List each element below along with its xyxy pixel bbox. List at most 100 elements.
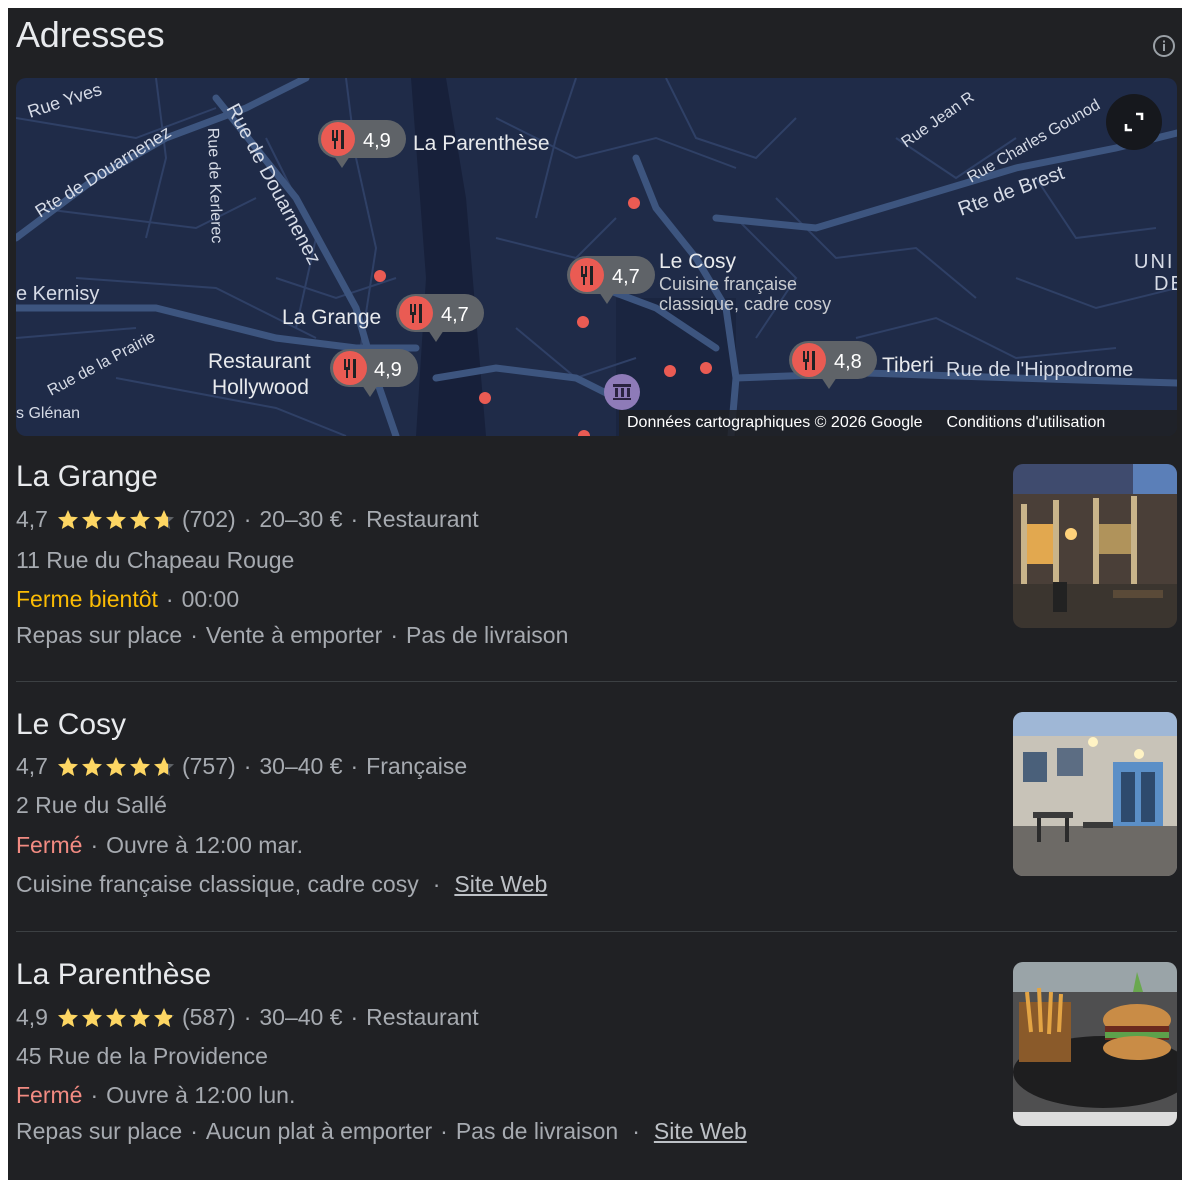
result-name[interactable]: La Grange xyxy=(16,460,158,494)
address: 2 Rue du Sallé xyxy=(16,792,167,818)
service: Repas sur place xyxy=(16,1118,183,1144)
star-icon xyxy=(81,1007,102,1027)
pin-rating: 4,7 xyxy=(441,304,469,326)
result-name[interactable]: La Parenthèse xyxy=(16,958,211,992)
star-icon xyxy=(57,509,78,529)
result-card-la-parenthese[interactable]: La Parenthèse 4,9 (587) · 30–40 € · Rest… xyxy=(16,958,1177,1158)
street-label: e Kernisy xyxy=(16,283,99,305)
rating-value: 4,7 xyxy=(16,506,48,532)
expand-icon xyxy=(1124,112,1144,132)
service: Pas de livraison xyxy=(455,1118,619,1144)
services-line: Repas sur place · Aucun plat à emporter … xyxy=(16,1118,747,1145)
price-range: 30–40 € xyxy=(259,753,343,779)
rating-line: 4,7 (757) · 30–40 € · Française xyxy=(16,753,468,780)
price-range: 20–30 € xyxy=(259,506,343,532)
pin-label: La Parenthèse xyxy=(413,132,550,155)
header: Adresses xyxy=(16,12,1176,72)
pin-label: Tiberi xyxy=(882,354,934,377)
category: Restaurant xyxy=(366,506,479,532)
map-data-credit: Données cartographiques © 2026 Google xyxy=(627,414,923,431)
star-icon xyxy=(153,1007,174,1027)
result-photo[interactable] xyxy=(1013,464,1177,628)
pin-label: Restaurant xyxy=(208,350,311,373)
pin-rating: 4,9 xyxy=(374,359,402,381)
star-rating xyxy=(56,1006,176,1030)
result-card-la-grange[interactable]: La Grange 4,7 (702) · 20–30 € · Restaura… xyxy=(16,460,1177,660)
website-link[interactable]: Site Web xyxy=(654,1118,747,1145)
address: 45 Rue de la Providence xyxy=(16,1043,268,1069)
category: Restaurant xyxy=(366,1004,479,1030)
street-label: Rue de Douarnenez xyxy=(222,100,325,268)
star-icon xyxy=(129,1007,150,1027)
service: Repas sur place xyxy=(16,622,183,648)
star-icon xyxy=(57,1007,78,1027)
status-badge: Fermé xyxy=(16,1082,83,1108)
review-count[interactable]: (702) xyxy=(182,506,236,533)
review-count[interactable]: (757) xyxy=(182,753,236,780)
star-icon xyxy=(129,756,150,776)
street-label: UNI xyxy=(1134,251,1174,273)
rating-value: 4,9 xyxy=(16,1004,48,1030)
description-line: Cuisine française classique, cadre cosy … xyxy=(16,871,548,898)
star-icon xyxy=(105,509,126,529)
star-rating xyxy=(56,508,176,532)
hours-line: Fermé · Ouvre à 12:00 mar. xyxy=(16,832,304,858)
star-icon xyxy=(129,509,150,529)
address: 11 Rue du Chapeau Rouge xyxy=(16,547,295,573)
services-line: Repas sur place · Vente à emporter · Pas… xyxy=(16,622,569,648)
terms-link[interactable]: Conditions d'utilisation xyxy=(947,414,1106,432)
map[interactable]: Rue Yves Rte de Douarnenez Rue de Douarn… xyxy=(16,78,1177,436)
pin-sublabel: classique, cadre cosy xyxy=(659,294,831,314)
street-label: Rue Jean R xyxy=(899,89,978,151)
map-pin-restaurant-hollywood[interactable]: 4,9 Restaurant Hollywood xyxy=(208,349,418,399)
pin-rating: 4,8 xyxy=(834,351,862,373)
expand-map-button[interactable] xyxy=(1106,94,1162,150)
hours-line: Fermé · Ouvre à 12:00 lun. xyxy=(16,1082,296,1108)
website-link[interactable]: Site Web xyxy=(454,871,547,898)
hours-line: Ferme bientôt · 00:00 xyxy=(16,586,240,612)
street-label: s Glénan xyxy=(16,405,80,422)
status-badge: Ferme bientôt xyxy=(16,586,158,612)
hours: Ouvre à 12:00 lun. xyxy=(106,1082,296,1108)
local-results-panel: Adresses Rue Yves Rte de Douarnenez Rue … xyxy=(8,8,1182,1180)
divider xyxy=(16,681,1177,682)
pin-label: Hollywood xyxy=(212,376,309,399)
pin-rating: 4,7 xyxy=(612,266,640,288)
star-icon xyxy=(81,509,102,529)
status-badge: Fermé xyxy=(16,832,83,858)
star-icon xyxy=(57,756,78,776)
pin-label: Le Cosy xyxy=(659,250,737,273)
rating-line: 4,7 (702) · 20–30 € · Restaurant xyxy=(16,506,479,533)
map-pin-tiberi[interactable]: 4,8 Tiberi xyxy=(789,341,934,389)
star-icon xyxy=(153,756,174,776)
street-label: Rue de la Prairie xyxy=(45,329,158,400)
star-rating xyxy=(56,755,176,779)
category: Française xyxy=(366,753,468,779)
section-title: Adresses xyxy=(16,14,165,55)
rating-line: 4,9 (587) · 30–40 € · Restaurant xyxy=(16,1004,479,1031)
rating-value: 4,7 xyxy=(16,753,48,779)
map-canvas[interactable]: Rue Yves Rte de Douarnenez Rue de Douarn… xyxy=(16,78,1177,436)
hours: Ouvre à 12:00 mar. xyxy=(106,832,304,858)
museum-icon[interactable] xyxy=(604,374,640,410)
review-count[interactable]: (587) xyxy=(182,1004,236,1031)
star-icon xyxy=(105,756,126,776)
result-photo[interactable] xyxy=(1013,962,1177,1126)
pin-label: La Grange xyxy=(282,306,381,329)
price-range: 30–40 € xyxy=(259,1004,343,1030)
service: Vente à emporter xyxy=(205,622,383,648)
description: Cuisine française classique, cadre cosy xyxy=(16,871,419,897)
result-card-le-cosy[interactable]: Le Cosy 4,7 (757) · 30–40 € · Française … xyxy=(16,708,1177,908)
result-name[interactable]: Le Cosy xyxy=(16,708,126,742)
star-icon xyxy=(153,509,174,529)
result-photo[interactable] xyxy=(1013,712,1177,876)
map-pin-le-cosy[interactable]: 4,7 Le Cosy Cuisine française classique,… xyxy=(567,250,831,314)
info-icon[interactable] xyxy=(1152,34,1176,58)
service: Pas de livraison xyxy=(406,622,569,648)
star-icon xyxy=(105,1007,126,1027)
street-label: DE xyxy=(1154,273,1177,295)
hours: 00:00 xyxy=(181,586,240,612)
map-attribution: Données cartographiques © 2026 Google Co… xyxy=(619,410,1177,436)
pin-sublabel: Cuisine française xyxy=(659,274,797,294)
star-icon xyxy=(81,756,102,776)
